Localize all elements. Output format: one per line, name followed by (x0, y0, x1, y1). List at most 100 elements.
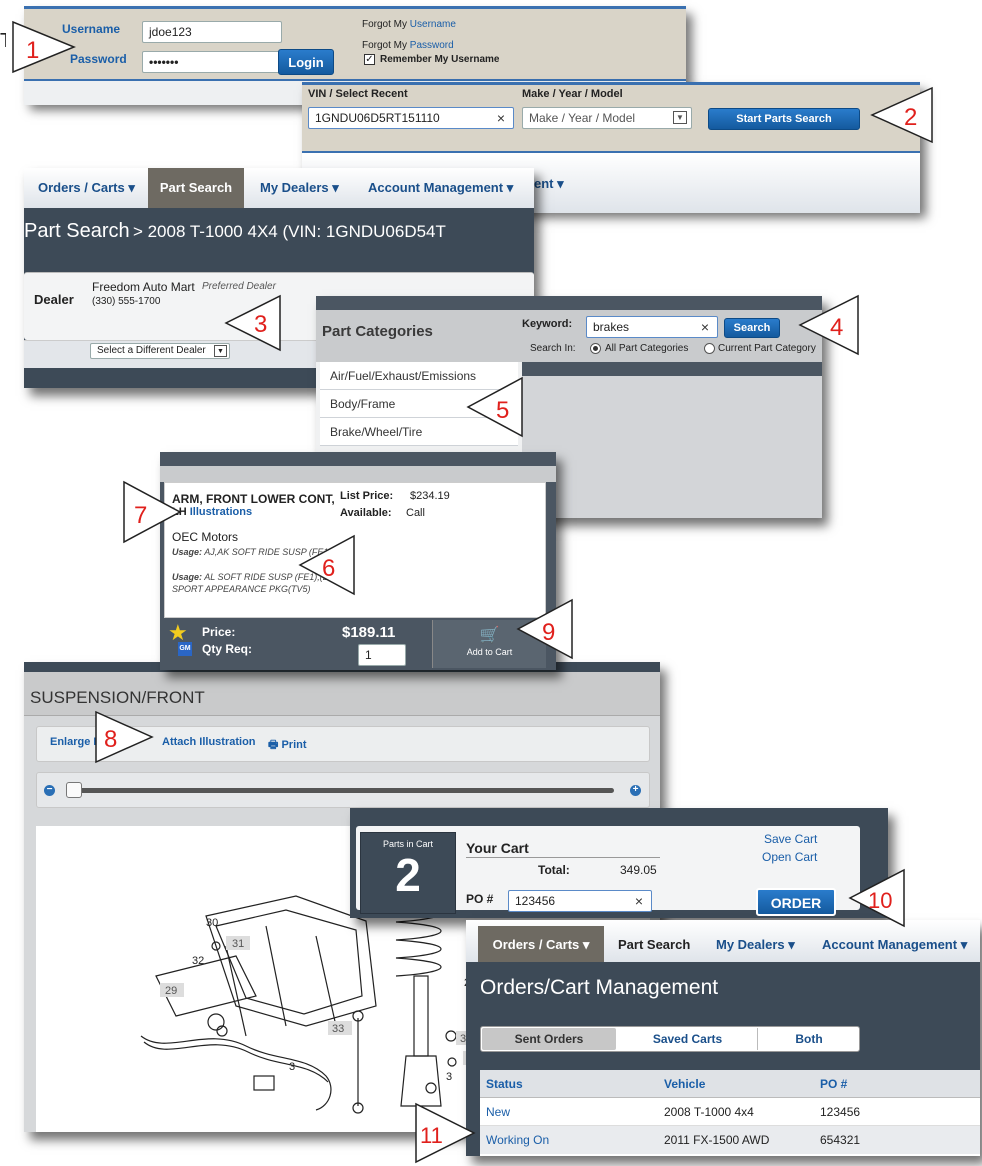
password-value: ••••••• (149, 55, 179, 69)
callout-number: 11 (420, 1123, 443, 1148)
available-label: Available: (340, 507, 392, 519)
nav-part-search[interactable]: Part Search (618, 937, 690, 952)
qty-input[interactable]: 1 (358, 644, 406, 666)
nav-fragment: ent ▾ (534, 176, 564, 191)
po-value: 123456 (515, 894, 556, 908)
vin-input[interactable]: 1GNDU06D5RT151110 × (308, 107, 514, 129)
clear-icon[interactable]: × (635, 893, 643, 909)
forgot-my-text-1: Forgot My (362, 19, 408, 30)
select-different-dealer[interactable]: Select a Different Dealer ▼ (90, 343, 230, 359)
clear-icon[interactable]: × (497, 110, 505, 126)
keyword-label: Keyword: (522, 318, 573, 330)
nav-my-dealers[interactable]: My Dealers ▾ (716, 937, 795, 953)
vin-label: VIN / Select Recent (308, 88, 408, 100)
nav-part-search[interactable]: Part Search (148, 168, 244, 208)
part-name: ARM, FRONT LOWER CONT, (172, 492, 335, 506)
row-po: 654321 (820, 1133, 861, 1147)
forgot-username-link[interactable]: Forgot My Username (362, 19, 456, 30)
print-link[interactable]: 🖶 Print (268, 736, 307, 755)
part-number-label: 32 (192, 955, 204, 967)
callout-10: 10 (848, 868, 905, 928)
usage-1-label: Usage: (172, 547, 203, 557)
tab-saved-carts[interactable]: Saved Carts (618, 1028, 758, 1050)
tab-both-label: Both (795, 1032, 823, 1046)
keyword-search-button[interactable]: Search (724, 318, 780, 338)
open-cart-link[interactable]: Open Cart (762, 850, 817, 864)
order-button[interactable]: ORDER (756, 888, 836, 916)
zoom-slider-track[interactable] (72, 788, 614, 793)
table-row[interactable]: New 2008 T-1000 4x4 123456 (480, 1098, 980, 1126)
callout-number: 4 (830, 314, 843, 341)
login-button[interactable]: Login (278, 49, 334, 75)
enlarge-link[interactable]: Enlarge I (50, 736, 96, 748)
tab-sent-orders-label: Sent Orders (514, 1032, 584, 1046)
part-number-label: 30 (206, 917, 218, 929)
nav-account-management-label: Account Management (368, 180, 504, 195)
nav-account-management-label: Account Management (822, 937, 958, 952)
keyword-input[interactable]: brakes × (586, 316, 718, 338)
nav-my-dealers-label: My Dealers (260, 180, 329, 195)
forgot-password-link[interactable]: Forgot My Password (362, 40, 454, 51)
part-number-label: 33 (332, 1023, 344, 1035)
search-button-label: Search (733, 322, 771, 334)
radio-current-category[interactable] (704, 343, 715, 354)
tab-both[interactable]: Both (760, 1028, 858, 1050)
save-cart-link[interactable]: Save Cart (764, 832, 817, 846)
column-status[interactable]: Status (486, 1077, 523, 1091)
make-year-model-label: Make / Year / Model (522, 88, 623, 100)
callout-8: 8 (95, 710, 154, 764)
nav-account-management[interactable]: Account Management ▾ (368, 180, 513, 196)
zoom-in-icon[interactable]: + (630, 785, 641, 796)
parts-in-cart-count: 2 (395, 849, 421, 901)
attach-illustration-link[interactable]: Attach Illustration (162, 736, 256, 748)
nav-my-dealers[interactable]: My Dealers ▾ (260, 180, 339, 196)
callout-9: 9 (516, 598, 573, 660)
keyword-value: brakes (593, 320, 630, 334)
row-status-link[interactable]: New (486, 1105, 510, 1119)
part-card: ARM, FRONT LOWER CONT, LH Illustrations … (160, 452, 556, 670)
nav-orders-carts[interactable]: Orders / Carts ▾ (38, 180, 135, 196)
part-number-label: 29 (165, 985, 177, 997)
nav-fragment-text: ent (534, 176, 554, 191)
zoom-out-icon[interactable]: − (44, 785, 55, 796)
qty-label: Qty Req: (202, 642, 253, 656)
price-value: $189.11 (342, 624, 396, 641)
tab-saved-carts-label: Saved Carts (652, 1032, 723, 1046)
callout-number: 10 (868, 888, 892, 913)
callout-11: 11 (415, 1102, 476, 1164)
password-input[interactable]: ••••••• (142, 51, 282, 73)
part-number-label: 31 (232, 938, 244, 950)
start-parts-search-button[interactable]: Start Parts Search (708, 108, 860, 130)
callout-number: 2 (904, 104, 917, 131)
row-vehicle: 2011 FX-1500 AWD (664, 1133, 770, 1147)
column-po[interactable]: PO # (820, 1077, 847, 1091)
column-vehicle[interactable]: Vehicle (664, 1077, 705, 1091)
tab-sent-orders[interactable]: Sent Orders (482, 1028, 616, 1050)
nav-orders-carts[interactable]: Orders / Carts ▾ (478, 926, 604, 962)
clear-icon[interactable]: × (701, 319, 709, 335)
nav-account-management[interactable]: Account Management ▾ (822, 937, 967, 953)
page-title-text: Part Search (24, 220, 130, 242)
main-nav: Orders / Carts ▾ Part Search My Dealers … (24, 168, 534, 208)
illustrations-link[interactable]: Illustrations (190, 506, 252, 518)
remember-checkbox[interactable]: ✓ (364, 54, 375, 65)
parts-in-cart-label: Parts in Cart (382, 839, 433, 849)
callout-2: 2 (870, 86, 933, 144)
printer-icon: 🖶 (268, 739, 279, 751)
username-input[interactable]: jdoe123 (142, 21, 282, 43)
table-row[interactable]: Working On 2011 FX-1500 AWD 654321 (480, 1126, 980, 1154)
callout-number: 6 (322, 555, 335, 582)
categories-header: Part Categories (322, 323, 433, 340)
zoom-slider-handle[interactable] (66, 782, 82, 798)
callout-3: 3 (224, 294, 281, 352)
po-input[interactable]: 123456 × (508, 890, 652, 912)
make-year-model-select[interactable]: Make / Year / Model ▼ (522, 107, 692, 129)
row-status-link[interactable]: Working On (486, 1133, 549, 1147)
radio-all-categories[interactable] (590, 343, 601, 354)
part-number-label: 3 (289, 1061, 295, 1073)
callout-number: 7 (134, 502, 147, 529)
callout-6: 6 (298, 534, 355, 596)
nav-my-dealers-label: My Dealers (716, 937, 785, 952)
callout-number: 5 (496, 397, 509, 424)
make-year-model-value: Make / Year / Model (529, 111, 636, 125)
